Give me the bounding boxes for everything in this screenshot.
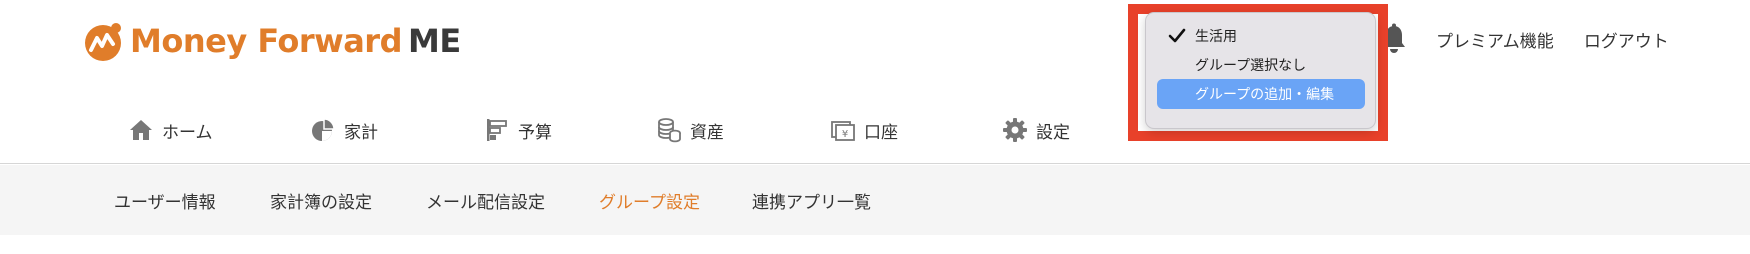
dropdown-item-add-edit-group[interactable]: グループの追加・編集	[1157, 79, 1365, 109]
subnav-user-info[interactable]: ユーザー情報	[114, 165, 216, 235]
subnav-household-settings[interactable]: 家計簿の設定	[270, 165, 372, 235]
premium-link[interactable]: プレミアム機能	[1436, 27, 1554, 52]
subnav-mail-settings[interactable]: メール配信設定	[426, 165, 545, 235]
dropdown-item-label: グループの追加・編集	[1195, 87, 1335, 103]
header-actions: プレミアム機能 ログアウト	[1380, 22, 1699, 56]
main-nav: ホーム 家計 予算 資産 ¥ 口座 設定	[0, 110, 1750, 150]
logout-link[interactable]: ログアウト	[1584, 27, 1669, 52]
nav-item-accounts[interactable]: ¥ 口座	[830, 110, 898, 150]
brand-logo[interactable]: Money Forward ME	[82, 18, 461, 64]
coins-stack-icon	[658, 118, 681, 143]
group-dropdown: 生活用 グループ選択なし グループの追加・編集	[1145, 12, 1376, 129]
yen-cards-icon: ¥	[831, 121, 855, 141]
nav-item-label: 予算	[518, 122, 552, 143]
subnav-linked-apps[interactable]: 連携アプリ一覧	[752, 165, 871, 235]
nav-item-home[interactable]: ホーム	[128, 110, 213, 150]
subnav-group-settings[interactable]: グループ設定	[599, 165, 700, 235]
nav-item-budget[interactable]: 予算	[484, 110, 552, 150]
nav-item-label: ホーム	[162, 122, 213, 143]
budget-bars-icon	[487, 119, 507, 141]
settings-subnav: ユーザー情報 家計簿の設定 メール配信設定 グループ設定 連携アプリ一覧	[0, 165, 1750, 235]
home-icon	[130, 120, 152, 140]
svg-text:¥: ¥	[842, 129, 848, 140]
checkmark-icon	[1168, 28, 1186, 43]
nav-item-label: 設定	[1036, 122, 1070, 143]
nav-item-label: 資産	[690, 122, 724, 143]
dropdown-item-living[interactable]: 生活用	[1157, 21, 1365, 51]
nav-item-assets[interactable]: 資産	[656, 110, 724, 150]
dropdown-item-label: グループ選択なし	[1195, 58, 1307, 74]
nav-item-label: 口座	[864, 122, 898, 143]
pie-chart-icon	[312, 118, 335, 141]
nav-item-settings[interactable]: 設定	[1002, 110, 1070, 150]
nav-item-household[interactable]: 家計	[310, 110, 378, 150]
nav-item-label: 家計	[344, 122, 378, 143]
header: Money Forward ME プレミアム機能 ログアウト ホーム 家計 予算…	[0, 0, 1750, 164]
brand-wordmark: Money Forward ME	[130, 22, 461, 60]
gear-icon	[1003, 118, 1027, 142]
money-forward-logo-icon	[85, 23, 121, 61]
dropdown-item-no-group[interactable]: グループ選択なし	[1157, 50, 1365, 80]
dropdown-item-label: 生活用	[1195, 29, 1237, 45]
